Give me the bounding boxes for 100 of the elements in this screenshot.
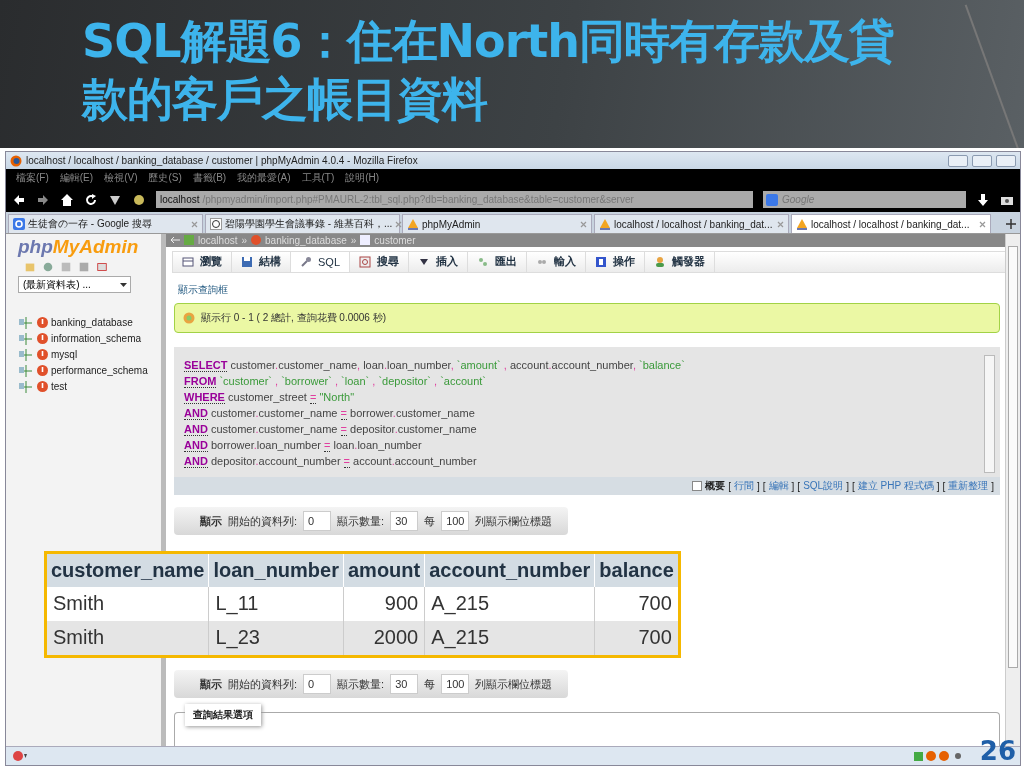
app-logo[interactable]: phpMyAdmin bbox=[18, 236, 139, 258]
input-field[interactable]: 100 bbox=[441, 674, 470, 694]
sql-line: WHERE customer_street = "North" bbox=[184, 390, 356, 405]
database-link[interactable]: mysql bbox=[51, 349, 78, 360]
query-link[interactable]: SQL說明 bbox=[803, 479, 844, 493]
column-header[interactable]: customer_name bbox=[45, 552, 209, 587]
navigation-label: 顯示 bbox=[200, 513, 222, 529]
input-field[interactable]: 30 bbox=[390, 511, 419, 531]
navigation-label: 顯示 bbox=[200, 676, 222, 692]
database-icon bbox=[37, 365, 48, 376]
table-icon bbox=[184, 235, 194, 246]
person-icon bbox=[654, 255, 666, 268]
forward-icon[interactable] bbox=[36, 192, 50, 207]
wrench-icon bbox=[300, 255, 312, 268]
bracket-mark: ] bbox=[936, 480, 940, 492]
table-cell: 700 bbox=[594, 621, 680, 657]
column-header[interactable]: loan_number bbox=[208, 552, 344, 587]
settings-icon[interactable] bbox=[96, 261, 108, 273]
query-link[interactable]: 重新整理 bbox=[948, 479, 989, 493]
menu-tab[interactable]: 插入 bbox=[409, 251, 468, 272]
browser-tab[interactable]: phpMyAdmin bbox=[402, 214, 592, 233]
database-link[interactable]: test bbox=[51, 381, 68, 392]
database-link[interactable]: performance_schema bbox=[51, 365, 148, 376]
column-header[interactable]: amount bbox=[343, 552, 425, 587]
dropdown-caret-icon bbox=[119, 280, 128, 289]
menu-tab[interactable]: 輸入 bbox=[527, 251, 586, 272]
tree-expand-icon[interactable] bbox=[18, 332, 34, 345]
bracket-mark: [ bbox=[942, 480, 946, 492]
download-icon[interactable] bbox=[976, 192, 990, 207]
menu-tab[interactable]: SQL bbox=[291, 251, 350, 272]
addon-icon[interactable] bbox=[12, 750, 28, 762]
bracket-mark: ] bbox=[846, 480, 849, 492]
query-link[interactable]: 建立 PHP 程式碼 bbox=[857, 479, 934, 493]
wrench-box-icon bbox=[595, 255, 607, 268]
input-field[interactable]: 0 bbox=[303, 511, 332, 531]
close-icon[interactable] bbox=[777, 220, 784, 228]
scrollbar-thumb[interactable] bbox=[1008, 246, 1018, 668]
table-select[interactable]: (最新資料表) ... bbox=[18, 276, 131, 293]
reload-icon[interactable] bbox=[84, 192, 98, 207]
input-field[interactable]: 0 bbox=[303, 674, 332, 694]
breadcrumb-separator: » bbox=[241, 234, 248, 246]
menu-item[interactable]: 歷史(S) bbox=[148, 171, 182, 185]
tree-expand-icon[interactable] bbox=[18, 380, 34, 393]
table-cell: L_23 bbox=[208, 621, 344, 657]
close-button[interactable] bbox=[996, 154, 1016, 167]
back-arrow-icon[interactable] bbox=[170, 236, 180, 245]
menu-tab[interactable]: 搜尋 bbox=[350, 251, 409, 272]
close-icon[interactable] bbox=[191, 220, 198, 228]
menu-item[interactable]: 說明(H) bbox=[345, 171, 380, 185]
menu-tab[interactable]: 觸發器 bbox=[645, 251, 715, 272]
menu-item[interactable]: 檢視(V) bbox=[104, 171, 138, 185]
column-header[interactable]: account_number bbox=[424, 552, 595, 587]
search-engine-icon[interactable] bbox=[766, 193, 778, 206]
search-icon bbox=[359, 255, 371, 268]
checkbox[interactable] bbox=[692, 481, 703, 491]
browser-tab[interactable]: localhost / localhost / banking_dat... bbox=[594, 214, 789, 233]
menu-item[interactable]: 編輯(E) bbox=[59, 171, 94, 185]
input-field[interactable]: 100 bbox=[441, 511, 470, 531]
breadcrumb-separator: » bbox=[350, 234, 357, 246]
input-field[interactable]: 30 bbox=[390, 674, 419, 694]
browser-tab[interactable]: localhost / localhost / banking_dat... bbox=[791, 214, 991, 233]
close-icon[interactable] bbox=[979, 220, 986, 228]
sql-line: AND customer.customer_name = depositor.customer_name bbox=[184, 422, 478, 437]
menu-item[interactable]: 書籤(B) bbox=[192, 171, 227, 185]
menu-tab[interactable]: 操作 bbox=[586, 251, 645, 272]
close-icon[interactable] bbox=[395, 220, 403, 228]
profiling-label: 概要 bbox=[705, 479, 726, 493]
field-label: 列顯示欄位標題 bbox=[475, 513, 553, 529]
window-title: localhost / localhost / banking_database / customer | phpMyAdmin 4.0.4 - Mozilla Firefox bbox=[26, 155, 419, 166]
options-legend[interactable]: 查詢結果選項 bbox=[185, 704, 261, 726]
table-icon bbox=[360, 235, 371, 246]
database-link[interactable]: information_schema bbox=[51, 333, 142, 344]
field-label: 列顯示欄位標題 bbox=[475, 676, 553, 692]
maximize-button[interactable] bbox=[972, 154, 992, 167]
close-icon[interactable] bbox=[580, 220, 587, 228]
query-link[interactable]: 編輯 bbox=[768, 479, 789, 493]
query-link[interactable]: 行間 bbox=[734, 479, 754, 493]
menu-item[interactable]: 檔案(F) bbox=[16, 171, 49, 185]
browser-tab[interactable]: 生徒會の一存 - Google 搜尋 bbox=[8, 214, 203, 233]
plus-icon[interactable] bbox=[1006, 219, 1016, 229]
scrollbar[interactable] bbox=[984, 355, 995, 473]
sail-icon bbox=[407, 218, 419, 230]
show-query-link[interactable]: 顯示查詢框 bbox=[178, 283, 228, 297]
browser-tab[interactable]: 碧陽學園學生會議事錄 - 維基百科，... bbox=[205, 214, 400, 233]
sql-line: AND depositor.account_number = account.account_number bbox=[184, 454, 478, 469]
tree-expand-icon[interactable] bbox=[18, 316, 34, 329]
database-icon bbox=[37, 333, 48, 344]
minimize-button[interactable] bbox=[948, 154, 968, 167]
menu-item[interactable]: 我的最愛(A) bbox=[237, 171, 291, 185]
menu-tab[interactable]: 瀏覽 bbox=[173, 251, 232, 272]
menu-item[interactable]: 工具(T) bbox=[301, 171, 335, 185]
field-label: 顯示數量: bbox=[337, 676, 385, 692]
browser-logo-icon bbox=[10, 154, 22, 167]
database-link[interactable]: banking_database bbox=[51, 317, 133, 328]
grid-icon bbox=[182, 255, 194, 268]
bracket-mark: ] bbox=[791, 480, 795, 492]
menu-tab[interactable]: 匯出 bbox=[468, 251, 527, 272]
tree-expand-icon[interactable] bbox=[18, 364, 34, 377]
tree-expand-icon[interactable] bbox=[18, 348, 34, 361]
column-header[interactable]: balance bbox=[594, 552, 680, 587]
